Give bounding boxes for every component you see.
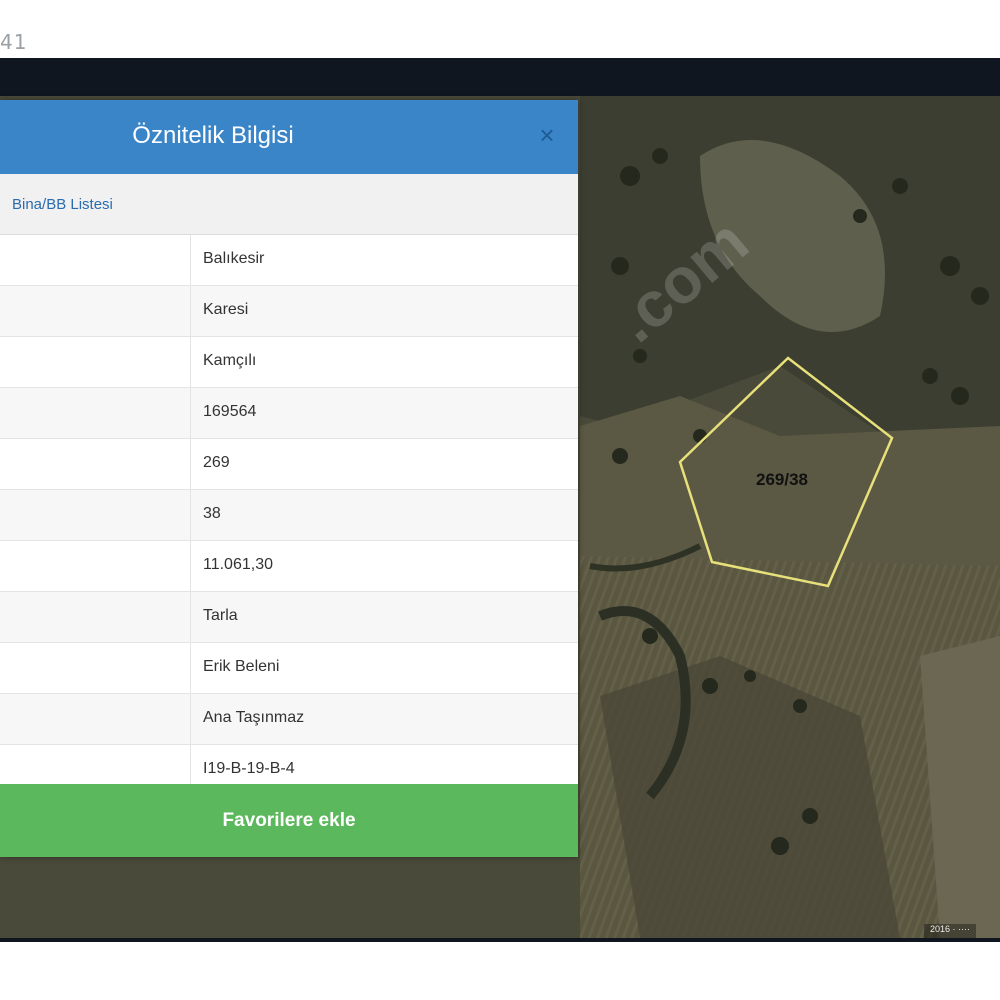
- attribute-label-cell: [0, 592, 191, 642]
- attribute-label-cell: [0, 439, 191, 489]
- attribute-value: 38: [203, 505, 221, 522]
- table-row: Balıkesir: [0, 235, 578, 286]
- dialog-header: Öznitelik Bilgisi ×: [0, 100, 578, 174]
- attribute-label-cell: [0, 388, 191, 438]
- attribute-dialog: Öznitelik Bilgisi × Bina/BB Listesi Balı…: [0, 100, 578, 857]
- attribute-value: Karesi: [203, 301, 249, 318]
- table-row: 38: [0, 490, 578, 541]
- attribute-value: Balıkesir: [203, 250, 265, 267]
- attribute-value: 11.061,30: [203, 556, 273, 573]
- attribute-table: Balıkesir Karesi Kamçılı 169564 269 38 1…: [0, 235, 578, 796]
- dialog-title: Öznitelik Bilgisi: [132, 122, 294, 149]
- attribute-value: Tarla: [203, 607, 238, 624]
- table-row: 169564: [0, 388, 578, 439]
- close-icon[interactable]: ×: [534, 120, 560, 150]
- attribute-value: Kamçılı: [203, 352, 257, 369]
- building-list-link[interactable]: Bina/BB Listesi: [12, 196, 113, 213]
- dialog-tabbar: Bina/BB Listesi: [0, 174, 578, 235]
- table-row: Ana Taşınmaz: [0, 694, 578, 745]
- attribute-label-cell: [0, 337, 191, 387]
- table-row: 269: [0, 439, 578, 490]
- table-row: 11.061,30: [0, 541, 578, 592]
- attribute-label-cell: [0, 541, 191, 591]
- attribute-value: I19-B-19-B-4: [203, 760, 295, 777]
- map-attribution: 2016 · ····: [923, 924, 976, 938]
- attribute-label-cell: [0, 643, 191, 693]
- table-row: Tarla: [0, 592, 578, 643]
- table-row: Erik Beleni: [0, 643, 578, 694]
- attribute-value: Ana Taşınmaz: [203, 709, 305, 726]
- add-to-favorites-button[interactable]: Favorilere ekle: [0, 784, 578, 857]
- table-row: Kamçılı: [0, 337, 578, 388]
- attribute-label-cell: [0, 286, 191, 336]
- table-row: Karesi: [0, 286, 578, 337]
- attribute-label-cell: [0, 490, 191, 540]
- parcel-label: 269/38: [756, 470, 808, 489]
- attribute-label-cell: [0, 235, 191, 285]
- attribute-value: 169564: [203, 403, 257, 420]
- attribute-value: Erik Beleni: [203, 658, 280, 675]
- status-time: 41: [0, 30, 28, 54]
- attribute-label-cell: [0, 694, 191, 744]
- attribute-value: 269: [203, 454, 230, 471]
